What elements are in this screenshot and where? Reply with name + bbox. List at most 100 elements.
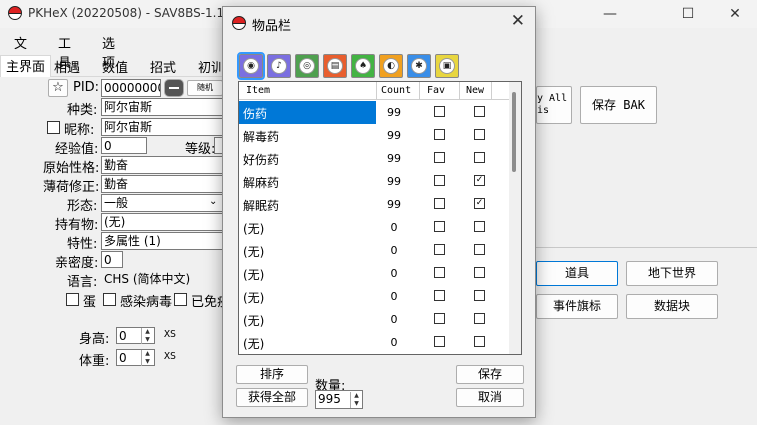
new-checkbox[interactable] [474, 267, 485, 278]
nickname-checkbox[interactable] [47, 121, 60, 134]
new-checkbox[interactable] [474, 313, 485, 324]
new-checkbox[interactable] [474, 106, 485, 117]
fav-checkbox[interactable] [434, 267, 445, 278]
header-count[interactable]: Count [381, 85, 411, 96]
weight-spinner[interactable]: ▲ ▼ [141, 350, 153, 366]
fav-checkbox[interactable] [434, 221, 445, 232]
fav-checkbox[interactable] [434, 129, 445, 140]
table-row[interactable]: (无) 0 [239, 308, 509, 331]
item-count-cell[interactable]: 0 [359, 336, 429, 349]
event-flags-button[interactable]: 事件旗标 [536, 294, 618, 319]
shiny-star-button[interactable]: ☆ [48, 79, 68, 97]
item-count-cell[interactable]: 0 [359, 313, 429, 326]
held-item-select[interactable]: (无) [101, 213, 223, 231]
item-count-cell[interactable]: 0 [359, 267, 429, 280]
new-checkbox[interactable] [474, 152, 485, 163]
pouch-tab-treasures[interactable]: ▣ [435, 54, 459, 78]
item-name-cell[interactable]: (无) [243, 266, 264, 283]
table-row[interactable]: 解眠药 99 ✓ [239, 193, 509, 216]
item-name-cell[interactable]: 伤药 [243, 105, 267, 122]
new-checkbox[interactable] [474, 336, 485, 347]
item-count-cell[interactable]: 0 [359, 221, 429, 234]
table-row[interactable]: (无) 0 [239, 285, 509, 308]
item-count-cell[interactable]: 99 [359, 129, 429, 142]
table-row[interactable]: (无) 0 [239, 239, 509, 262]
nature-select[interactable]: 勤奋 [101, 156, 223, 174]
fav-checkbox[interactable] [434, 152, 445, 163]
maximize-button[interactable]: ☐ [668, 4, 708, 24]
new-checkbox[interactable] [474, 244, 485, 255]
item-name-cell[interactable]: 好伤药 [243, 151, 279, 168]
table-row[interactable]: 好伤药 99 [239, 147, 509, 170]
underground-button[interactable]: 地下世界 [626, 261, 718, 286]
table-row[interactable]: 解毒药 99 [239, 124, 509, 147]
fav-checkbox[interactable] [434, 290, 445, 301]
item-name-cell[interactable]: 解眠药 [243, 197, 279, 214]
minimize-button[interactable]: — [590, 4, 630, 24]
pouch-tab-battle-items[interactable]: ✱ [407, 54, 431, 78]
pokerus-checkbox[interactable] [103, 293, 116, 306]
tab-met[interactable]: 相遇 [49, 57, 85, 77]
pouch-tab-berries[interactable]: ♠ [351, 54, 375, 78]
header-item[interactable]: Item [246, 85, 270, 96]
fav-checkbox[interactable] [434, 106, 445, 117]
give-all-button[interactable]: 获得全部 [236, 388, 308, 407]
mint-select[interactable]: 勤奋 [101, 175, 223, 193]
item-name-cell[interactable]: (无) [243, 243, 264, 260]
egg-checkbox[interactable] [66, 293, 79, 306]
new-checkbox[interactable]: ✓ [474, 175, 485, 186]
language-select[interactable]: CHS (简体中文) [101, 270, 223, 288]
table-row[interactable]: 解麻药 99 ✓ [239, 170, 509, 193]
data-block-button[interactable]: 数据块 [626, 294, 718, 319]
friendship-field[interactable]: 0 [101, 251, 123, 268]
pouch-tab-medicine[interactable]: ▤ [323, 54, 347, 78]
table-row[interactable]: (无) 0 [239, 331, 509, 354]
pid-field[interactable]: 00000000 [101, 79, 161, 97]
pouch-tab-items[interactable]: ◉ [237, 52, 265, 80]
pouch-tab-tms[interactable]: ◎ [295, 54, 319, 78]
pid-reroll-button[interactable]: 随机 [187, 80, 223, 96]
item-count-cell[interactable]: 99 [359, 106, 429, 119]
gender-toggle-button[interactable] [164, 79, 184, 97]
form-select[interactable]: 一般 [101, 194, 223, 212]
scrollbar-thumb[interactable] [512, 92, 516, 172]
close-button[interactable]: ✕ [715, 4, 755, 24]
quantity-spinner[interactable]: ▲ ▼ [350, 392, 362, 408]
item-name-cell[interactable]: (无) [243, 312, 264, 329]
table-row[interactable]: (无) 0 [239, 216, 509, 239]
fav-checkbox[interactable] [434, 244, 445, 255]
dialog-save-button[interactable]: 保存 [456, 365, 524, 384]
grid-scrollbar[interactable] [509, 82, 521, 354]
item-name-cell[interactable]: 解毒药 [243, 128, 279, 145]
save-bak-button[interactable]: 保存 BAK [580, 86, 657, 124]
sort-button[interactable]: 排序 [236, 365, 308, 384]
item-count-cell[interactable]: 99 [359, 175, 429, 188]
table-row[interactable]: 伤药 99 [239, 101, 509, 124]
fav-checkbox[interactable] [434, 336, 445, 347]
tab-moves[interactable]: 招式 [145, 57, 181, 77]
tab-main[interactable]: 主界面 [0, 55, 52, 77]
tab-stats[interactable]: 数值 [97, 57, 133, 77]
item-name-cell[interactable]: 解麻药 [243, 174, 279, 191]
dialog-close-button[interactable]: ✕ [511, 11, 525, 31]
header-new[interactable]: New [466, 85, 484, 96]
species-select[interactable]: 阿尔宙斯 [101, 98, 223, 116]
header-fav[interactable]: Fav [427, 85, 445, 96]
fav-checkbox[interactable] [434, 313, 445, 324]
item-count-cell[interactable]: 99 [359, 152, 429, 165]
exp-field[interactable]: 0 [101, 137, 147, 154]
cured-checkbox[interactable] [174, 293, 187, 306]
export-all-button[interactable]: y All is [536, 86, 572, 124]
item-count-cell[interactable]: 0 [359, 244, 429, 257]
new-checkbox[interactable] [474, 290, 485, 301]
item-count-cell[interactable]: 0 [359, 290, 429, 303]
pouch-tab-balls[interactable]: ◐ [379, 54, 403, 78]
nickname-field[interactable]: 阿尔宙斯 [101, 118, 223, 136]
new-checkbox[interactable]: ✓ [474, 198, 485, 209]
height-spinner[interactable]: ▲ ▼ [141, 328, 153, 344]
new-checkbox[interactable] [474, 129, 485, 140]
fav-checkbox[interactable] [434, 175, 445, 186]
item-name-cell[interactable]: (无) [243, 335, 264, 352]
new-checkbox[interactable] [474, 221, 485, 232]
table-row[interactable]: (无) 0 [239, 262, 509, 285]
